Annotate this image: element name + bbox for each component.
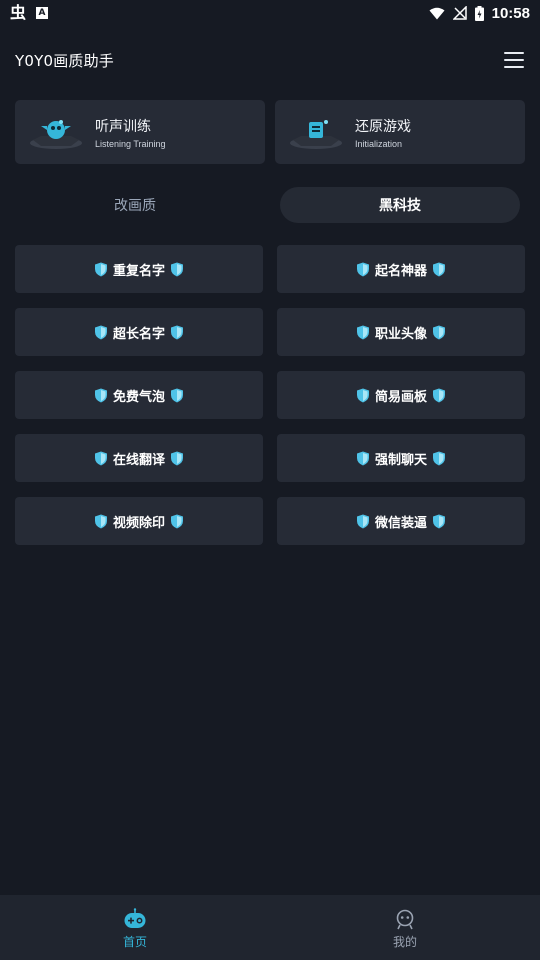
- tool-label: 视频除印: [112, 515, 165, 531]
- tool-button[interactable]: 在线翻译: [15, 434, 263, 482]
- shield-icon: [171, 451, 183, 465]
- shield-icon: [433, 325, 445, 339]
- tool-label: 在线翻译: [112, 452, 165, 468]
- tool-label: 简易画板: [374, 389, 427, 405]
- tool-grid: 重复名字 起名神器 超长名字 职业头像 免费气泡 简易画板 在线翻译 强制聊天: [15, 245, 525, 545]
- tool-label: 起名神器: [374, 263, 427, 279]
- tab-picture-quality[interactable]: 改画质: [15, 187, 255, 223]
- tool-label: 重复名字: [112, 263, 165, 279]
- shield-icon: [94, 451, 107, 465]
- tool-button[interactable]: 重复名字: [15, 245, 263, 293]
- shield-icon: [171, 262, 183, 276]
- shield-icon: [356, 262, 369, 276]
- mode-tabs: 改画质 黑科技: [15, 187, 525, 223]
- tool-label: 微信装逼: [374, 515, 427, 531]
- tool-button[interactable]: 简易画板: [277, 371, 525, 419]
- tool-button[interactable]: 职业头像: [277, 308, 525, 356]
- shield-icon: [94, 262, 107, 276]
- app-title: Y0Y0画质助手: [15, 51, 115, 70]
- feature-title: 听声训练: [95, 118, 151, 135]
- tool-button[interactable]: 视频除印: [15, 497, 263, 545]
- feature-subtitle: Initialization: [355, 138, 403, 149]
- shield-icon: [94, 325, 107, 339]
- shield-icon: [171, 388, 183, 402]
- tab-black-tech[interactable]: 黑科技: [280, 187, 520, 223]
- tool-label: 超长名字: [112, 326, 165, 342]
- shield-icon: [356, 514, 369, 528]
- a-notification-icon: A: [36, 7, 49, 19]
- restore-box-icon: [290, 120, 342, 149]
- shield-icon: [171, 325, 183, 339]
- no-signal-icon: [452, 6, 467, 20]
- shield-icon: [433, 451, 445, 465]
- gamepad-icon: [124, 907, 146, 928]
- tool-button[interactable]: 强制聊天: [277, 434, 525, 482]
- tool-button[interactable]: 免费气泡: [15, 371, 263, 419]
- wifi-icon: [429, 7, 445, 19]
- listening-training-card[interactable]: 听声训练 Listening Training: [15, 100, 265, 164]
- shield-icon: [171, 514, 183, 528]
- app-header: Y0Y0画质助手: [0, 40, 540, 80]
- status-right: 10:58: [429, 5, 530, 22]
- feature-subtitle: Listening Training: [95, 138, 166, 149]
- tool-button[interactable]: 超长名字: [15, 308, 263, 356]
- shield-icon: [433, 262, 445, 276]
- shield-icon: [94, 388, 107, 402]
- feature-cards: 听声训练 Listening Training 还原游戏 Initializat…: [15, 100, 525, 164]
- shield-icon: [94, 514, 107, 528]
- battery-charging-icon: [474, 5, 484, 21]
- bottom-nav: 首页 我的: [0, 895, 540, 960]
- bug-notification-icon: 虫: [10, 3, 27, 22]
- tool-label: 职业头像: [374, 326, 427, 342]
- feature-title: 还原游戏: [355, 118, 411, 135]
- shield-icon: [356, 325, 369, 339]
- shield-icon: [356, 451, 369, 465]
- nav-profile[interactable]: 我的: [270, 895, 540, 960]
- tool-label: 免费气泡: [112, 389, 165, 405]
- nav-home[interactable]: 首页: [0, 895, 270, 960]
- tool-button[interactable]: 微信装逼: [277, 497, 525, 545]
- nav-home-label: 首页: [122, 934, 147, 949]
- restore-game-card[interactable]: 还原游戏 Initialization: [275, 100, 525, 164]
- shield-icon: [433, 514, 445, 528]
- shield-icon: [433, 388, 445, 402]
- nav-profile-label: 我的: [392, 934, 417, 949]
- status-bar: 虫 A 10:58: [0, 0, 540, 26]
- status-left: 虫 A: [10, 3, 49, 22]
- hamburger-menu-icon[interactable]: [504, 52, 524, 68]
- clock-time: 10:58: [491, 4, 530, 22]
- tool-button[interactable]: 起名神器: [277, 245, 525, 293]
- shield-icon: [356, 388, 369, 402]
- tool-label: 强制聊天: [374, 452, 427, 468]
- robot-profile-icon: [396, 909, 414, 929]
- bird-robot-icon: [30, 120, 82, 149]
